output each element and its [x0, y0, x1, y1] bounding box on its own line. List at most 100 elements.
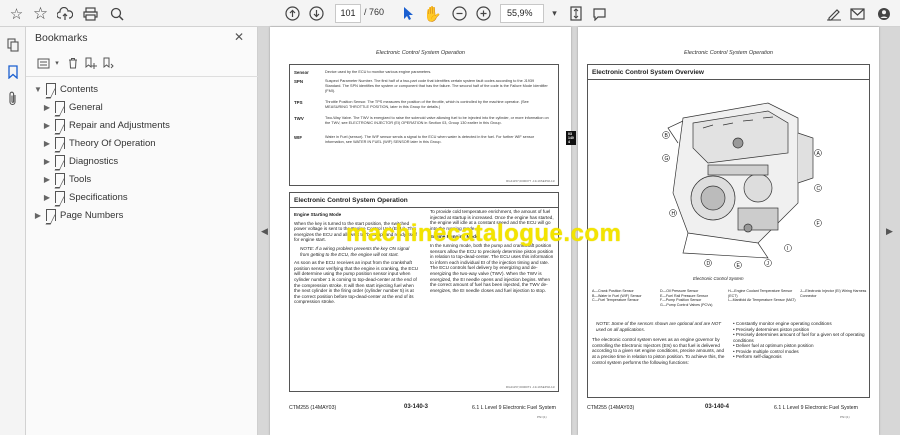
- top-toolbar: ☆ ☆ 101 / 760 ✋ 55,9% ▾: [0, 0, 900, 27]
- sign-icon[interactable]: [823, 3, 844, 24]
- section-index-tab: 03 140 4: [566, 131, 576, 145]
- fit-page-icon[interactable]: [565, 3, 586, 24]
- scroll-right-icon[interactable]: ▶: [886, 226, 893, 237]
- list-item: Precisely determines amount of fuel for …: [733, 332, 865, 343]
- chevron-right-icon[interactable]: ▶: [42, 121, 52, 130]
- bookmark-label: Theory Of Operation: [69, 137, 156, 149]
- comment-icon[interactable]: [589, 3, 610, 24]
- footer-pn: PN=(1): [840, 415, 850, 419]
- bookmark-item-specifications[interactable]: ▶ Specifications: [42, 189, 128, 205]
- page-down-icon[interactable]: [306, 3, 327, 24]
- definition-term: TPS: [294, 100, 303, 105]
- bookmark-item-page-numbers[interactable]: ▶ Page Numbers: [33, 207, 123, 223]
- chevron-right-icon[interactable]: ▶: [42, 139, 52, 148]
- definition-desc: Throttle Position Sensor. The TPS measur…: [325, 100, 529, 109]
- bookmark-label: General: [69, 101, 103, 113]
- page-thumbnails-icon[interactable]: [4, 36, 22, 54]
- search-icon[interactable]: [106, 3, 127, 24]
- expand-bookmark-icon[interactable]: [100, 54, 118, 72]
- left-column: NOTE: Some of the sensors shown are opti…: [592, 321, 727, 365]
- function-list: Constantly monitor engine operating cond…: [733, 321, 865, 360]
- hand-tool-icon[interactable]: ✋: [422, 3, 443, 24]
- panel-divider: [26, 76, 258, 77]
- bookmark-icon: [45, 83, 56, 95]
- bookmark-item-general[interactable]: ▶ General: [42, 99, 103, 115]
- zoom-in-icon[interactable]: [473, 3, 494, 24]
- select-cursor-icon[interactable]: [397, 3, 418, 24]
- zoom-dropdown-chevron-icon[interactable]: ▾: [544, 3, 565, 24]
- svg-text:H: H: [672, 211, 676, 217]
- footer-doc-id: CTM255 (14MAY03): [289, 405, 337, 411]
- upload-cloud-icon[interactable]: [54, 3, 75, 24]
- bookmarks-title: Bookmarks: [35, 32, 88, 44]
- reference-code: RG41157,0000077 -19-19SEP02-11/: [506, 179, 555, 183]
- bookmark-item-repair[interactable]: ▶ Repair and Adjustments: [42, 117, 170, 133]
- scroll-left-icon[interactable]: ◀: [261, 226, 268, 237]
- page-up-icon[interactable]: [282, 3, 303, 24]
- paragraph: In the running mode, both the pump and c…: [430, 242, 554, 293]
- close-panel-icon[interactable]: ✕: [234, 30, 244, 44]
- definition-desc: Suspect Parameter Number. The first half…: [325, 79, 548, 93]
- engine-diagram: B G H D E J A C F I: [662, 102, 822, 269]
- page-header: Electronic Control System Operation: [684, 50, 773, 56]
- legend-item: G—Pump Control Valves (PCVs): [660, 302, 713, 307]
- bookmark-icon: [54, 173, 65, 185]
- chevron-right-icon[interactable]: ▶: [42, 193, 52, 202]
- chevron-right-icon[interactable]: ▶: [42, 157, 52, 166]
- page-number-input[interactable]: 101: [335, 4, 361, 23]
- legend-col-4: J—Electronic Injector (EI) Wiring Harnes…: [800, 289, 868, 298]
- section-title: Electronic Control System Operation: [290, 193, 558, 208]
- bookmark-icon: [45, 209, 56, 221]
- chevron-right-icon[interactable]: ▶: [33, 211, 43, 220]
- delete-bookmark-icon[interactable]: [64, 54, 82, 72]
- print-icon[interactable]: [80, 3, 101, 24]
- diagram-caption: Electronic Control System: [693, 276, 744, 281]
- footer-section-title: 6.1 L Level 9 Electronic Fuel System: [472, 405, 557, 411]
- definition-term: Sensor: [294, 70, 309, 75]
- note: NOTE: Some of the sensors shown are opti…: [596, 321, 722, 332]
- footer-section-title: 6.1 L Level 9 Electronic Fuel System: [774, 405, 859, 411]
- definition-desc: Two-Way Valve. The TWV is energized to r…: [325, 116, 549, 125]
- chevron-right-icon[interactable]: ▶: [42, 103, 52, 112]
- bookmark-icon: [54, 119, 65, 131]
- svg-text:G: G: [665, 156, 669, 162]
- mail-icon[interactable]: [847, 3, 868, 24]
- bookmark-label: Specifications: [69, 191, 128, 203]
- bookmark-add-icon[interactable]: ☆: [6, 3, 27, 24]
- star-icon[interactable]: ☆: [30, 3, 51, 24]
- section-title: Electronic Control System Overview: [588, 65, 869, 80]
- section-heading: Engine Starting Mode: [294, 212, 342, 217]
- page-total: / 760: [364, 7, 385, 17]
- definition-desc: Water in Fuel (sensor). The WIF sensor s…: [325, 135, 535, 144]
- page-header: Electronic Control System Operation: [376, 50, 465, 56]
- bookmark-item-theory[interactable]: ▶ Theory Of Operation: [42, 135, 156, 151]
- bookmark-item-diagnostics[interactable]: ▶ Diagnostics: [42, 153, 118, 169]
- new-bookmark-icon[interactable]: [82, 54, 100, 72]
- footer-page-code: 03-140-3: [404, 404, 429, 410]
- chevron-right-icon[interactable]: ▶: [42, 175, 52, 184]
- bookmark-item-contents[interactable]: ▼ Contents: [33, 81, 98, 97]
- chevron-down-icon[interactable]: ▼: [33, 85, 43, 94]
- definition-desc: Device used by the ECU to monitor variou…: [325, 70, 432, 74]
- footer-page-code: 03-140-4: [705, 404, 730, 410]
- account-icon[interactable]: [873, 3, 894, 24]
- footer-doc-id: CTM255 (14MAY03): [587, 405, 635, 411]
- definition-term: WIF: [294, 135, 303, 140]
- bookmark-label: Repair and Adjustments: [69, 119, 170, 131]
- side-rail: [0, 27, 26, 435]
- bookmark-icon: [54, 191, 65, 203]
- zoom-level-input[interactable]: 55,9%: [500, 4, 544, 23]
- bookmark-label: Page Numbers: [60, 209, 124, 221]
- attachments-icon[interactable]: [4, 89, 22, 107]
- zoom-out-icon[interactable]: [449, 3, 470, 24]
- legend-item: I—Manifold Air Temperature Sensor (MAT): [728, 298, 796, 302]
- svg-text:F: F: [817, 221, 820, 227]
- bookmarks-panel-icon[interactable]: [4, 63, 22, 81]
- bookmarks-panel: Bookmarks ✕ ▾ ▼ Contents ▶ General ▶ Rep…: [26, 27, 258, 435]
- bookmark-item-tools[interactable]: ▶ Tools: [42, 171, 91, 187]
- definition-term: TWV: [294, 116, 304, 121]
- document-page-right: Electronic Control System Operation Elec…: [578, 27, 879, 435]
- footer-pn: PN=(1): [537, 415, 547, 419]
- definition-term: SPN: [294, 79, 304, 84]
- legend-item: J—Electronic Injector (EI) Wiring Harnes…: [800, 289, 867, 298]
